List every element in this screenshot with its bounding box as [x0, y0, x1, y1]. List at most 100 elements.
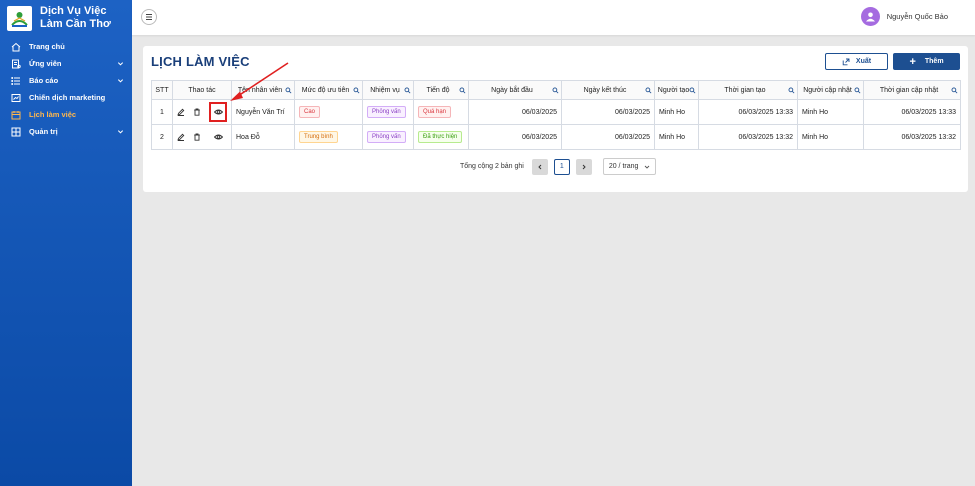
cell-start-date: 06/03/2025: [468, 124, 562, 150]
cell-actions: [172, 124, 232, 150]
campaign-icon: [10, 92, 21, 103]
row-actions: [177, 102, 227, 122]
cell-stt: 2: [151, 124, 173, 150]
search-icon[interactable]: [645, 87, 652, 94]
brand[interactable]: Dịch Vụ Việc Làm Cần Thơ: [0, 0, 132, 36]
search-icon[interactable]: [404, 87, 411, 94]
calendar-icon: [10, 109, 21, 120]
task-tag: Phỏng vấn: [367, 106, 406, 118]
app-title: Dịch Vụ Việc Làm Cần Thơ: [40, 5, 111, 30]
search-icon[interactable]: [951, 87, 958, 94]
cell-actions: [172, 99, 232, 125]
table-row: 2 Hoa Đỗ Trung bình Phỏng vấn Đã thực hi…: [151, 124, 961, 150]
column-label: Mức độ ưu tiên: [301, 86, 350, 94]
column-header: STT: [151, 80, 173, 100]
menu-toggle-button[interactable]: [141, 9, 157, 25]
cell-updater: Minh Ho: [797, 99, 864, 125]
cell-priority: Trung bình: [294, 124, 363, 150]
row-actions: [177, 133, 227, 142]
schedule-card: LỊCH LÀM VIỆC Xuất + Thêm STT Thao tác T…: [143, 46, 968, 192]
cell-name: Nguyễn Văn Trí: [231, 99, 295, 125]
chevron-down-icon: [644, 165, 650, 169]
cell-end-date: 06/03/2025: [561, 124, 655, 150]
sidebar-item-marketing[interactable]: Chiến dịch marketing: [0, 89, 132, 106]
logo: [7, 6, 32, 31]
search-icon[interactable]: [459, 87, 466, 94]
sidebar-item-reports[interactable]: Báo cáo: [0, 72, 132, 89]
search-icon[interactable]: [353, 87, 360, 94]
schedule-table: STT Thao tác Tên nhân viên Mức độ ưu tiê…: [151, 80, 961, 150]
eye-icon[interactable]: [209, 133, 227, 142]
menu-icon: [146, 14, 152, 20]
task-tag: Phỏng vấn: [367, 131, 406, 143]
cell-task: Phỏng vấn: [362, 124, 414, 150]
cell-updated-time: 06/03/2025 13:33: [863, 99, 961, 125]
export-label: Xuất: [855, 58, 872, 65]
user-name: Nguyễn Quốc Bảo: [886, 12, 948, 21]
page-size-select[interactable]: 20 / trang: [602, 158, 656, 175]
admin-icon: [10, 126, 21, 137]
next-page-button[interactable]: [575, 158, 592, 175]
page-size-value: 20 / trang: [608, 163, 639, 170]
column-header[interactable]: Thời gian cập nhật: [863, 80, 961, 100]
export-button[interactable]: Xuất: [825, 53, 888, 70]
sidebar-item-label: Quản trị: [29, 127, 58, 136]
user-menu[interactable]: Nguyễn Quốc Bảo: [860, 7, 948, 26]
cell-creator: Minh Ho: [654, 124, 699, 150]
cell-task: Phỏng vấn: [362, 99, 414, 125]
sidebar-item-admin[interactable]: Quản trị: [0, 123, 132, 140]
delete-icon[interactable]: [193, 108, 201, 117]
search-icon[interactable]: [285, 87, 292, 94]
column-label: Ngày kết thúc: [583, 86, 627, 94]
edit-icon[interactable]: [177, 133, 185, 142]
progress-tag: Quá hạn: [418, 106, 452, 118]
cell-progress: Quá hạn: [413, 99, 469, 125]
cell-creator: Minh Ho: [654, 99, 699, 125]
chevron-left-icon: [538, 164, 542, 169]
edit-icon[interactable]: [177, 108, 185, 117]
search-icon[interactable]: [552, 87, 559, 94]
prev-page-button[interactable]: [531, 158, 548, 175]
progress-tag: Đã thực hiện: [418, 131, 463, 143]
sidebar-item-label: Báo cáo: [29, 76, 59, 85]
search-icon[interactable]: [788, 87, 795, 94]
page-title: LỊCH LÀM VIỆC: [151, 54, 250, 69]
column-header[interactable]: Thời gian tạo: [698, 80, 798, 100]
sidebar-item-schedule[interactable]: Lịch làm việc: [0, 106, 132, 123]
column-header[interactable]: Nhiệm vụ: [362, 80, 414, 100]
column-label: Thời gian tạo: [724, 86, 766, 94]
column-label: STT: [155, 86, 169, 94]
avatar: [860, 7, 880, 26]
column-header[interactable]: Ngày bắt đầu: [468, 80, 562, 100]
column-header[interactable]: Tên nhân viên: [231, 80, 295, 100]
column-header[interactable]: Người cập nhật: [797, 80, 864, 100]
plus-icon: +: [909, 55, 916, 68]
sidebar-item-label: Chiến dịch marketing: [29, 93, 106, 102]
cell-updated-time: 06/03/2025 13:32: [863, 124, 961, 150]
sidebar-item-home[interactable]: Trang chủ: [0, 38, 132, 55]
eye-icon: [213, 108, 223, 117]
column-header[interactable]: Tiến độ: [413, 80, 469, 100]
candidate-icon: [10, 58, 21, 69]
list-icon: [10, 75, 21, 86]
chevron-down-icon: [117, 130, 124, 134]
sidebar-item-candidates[interactable]: Ứng viên: [0, 55, 132, 72]
chevron-down-icon: [117, 62, 124, 66]
sidebar-item-label: Trang chủ: [29, 42, 65, 51]
home-icon: [10, 41, 21, 52]
page-number-button[interactable]: 1: [553, 158, 570, 175]
table-row: 1 Nguyễn Văn Trí Cao Phỏng vấn Quá hạn 0…: [151, 99, 961, 125]
column-header[interactable]: Người tạo: [654, 80, 699, 100]
column-header[interactable]: Ngày kết thúc: [561, 80, 655, 100]
sidebar-item-label: Lịch làm việc: [29, 110, 77, 119]
priority-tag: Trung bình: [299, 131, 338, 143]
column-header[interactable]: Mức độ ưu tiên: [294, 80, 363, 100]
add-button[interactable]: + Thêm: [893, 53, 960, 70]
search-icon[interactable]: [689, 87, 696, 94]
cell-created-time: 06/03/2025 13:32: [698, 124, 798, 150]
search-icon[interactable]: [854, 87, 861, 94]
delete-icon[interactable]: [193, 133, 201, 142]
cell-start-date: 06/03/2025: [468, 99, 562, 125]
table-header-row: STT Thao tác Tên nhân viên Mức độ ưu tiê…: [151, 80, 961, 100]
view-button-highlight[interactable]: [209, 102, 227, 122]
